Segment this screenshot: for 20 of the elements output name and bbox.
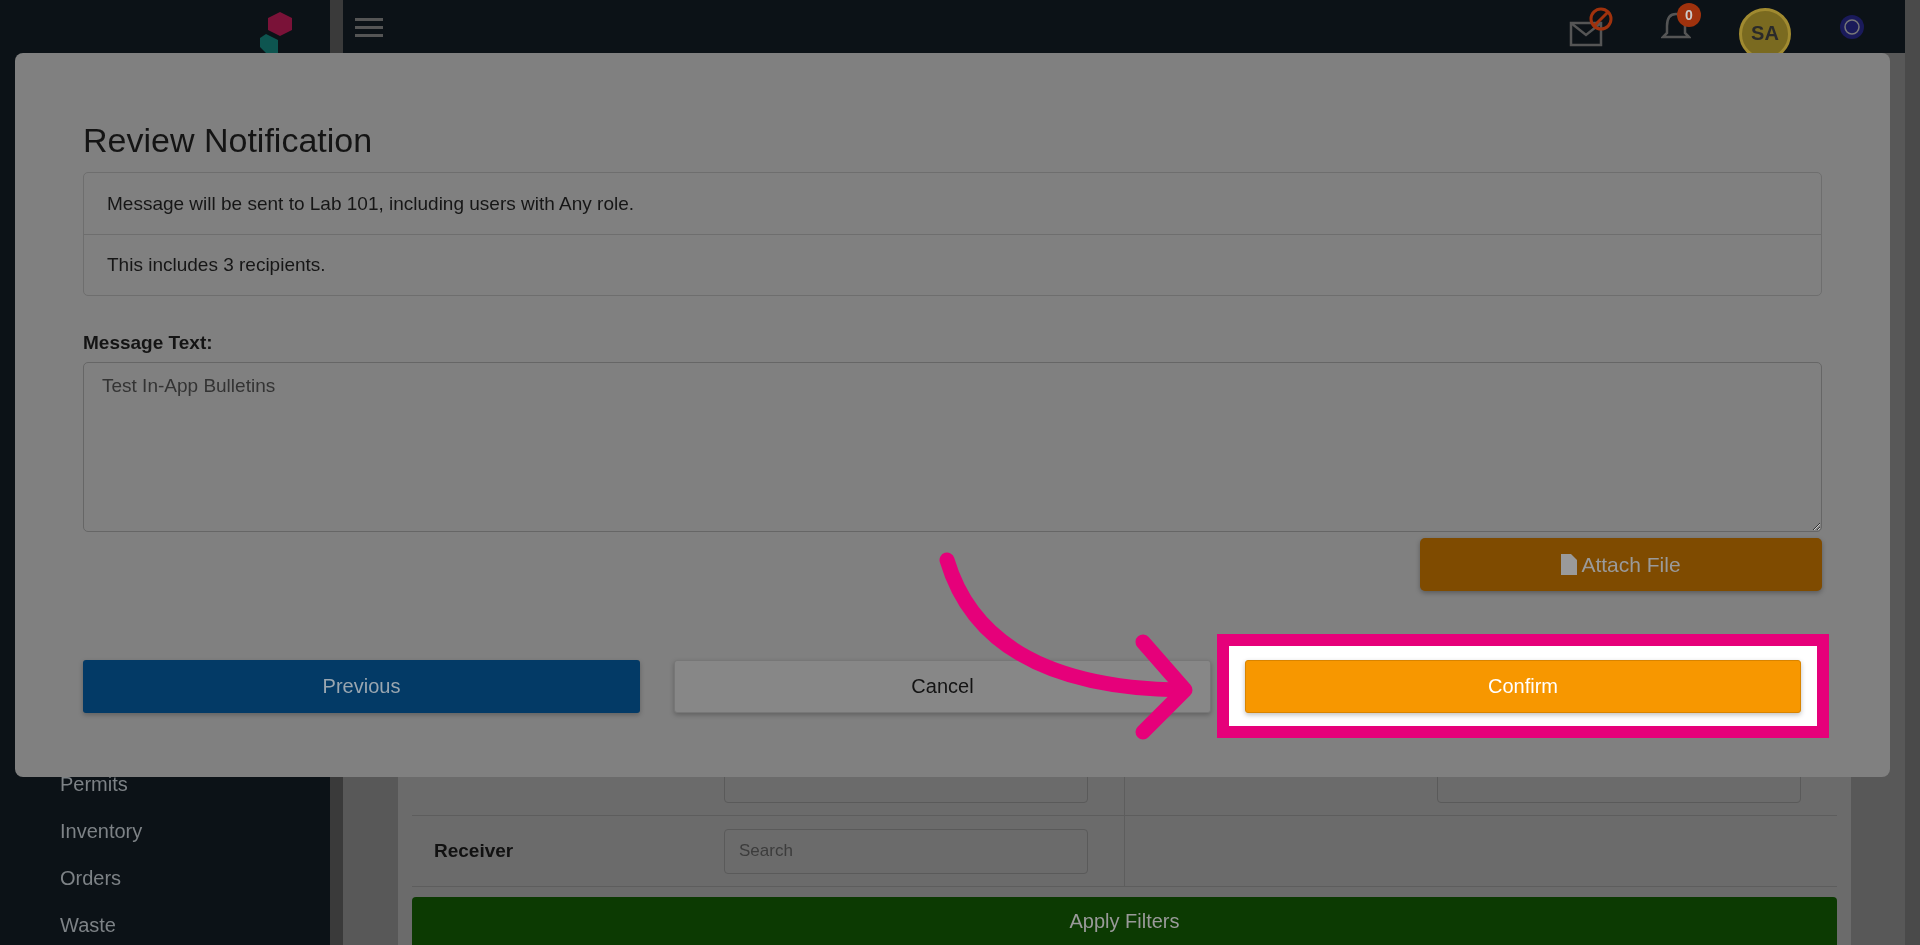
scrollbar[interactable] bbox=[330, 0, 343, 53]
modal-title: Review Notification bbox=[83, 121, 374, 160]
file-icon bbox=[1561, 554, 1578, 575]
scrollbar[interactable] bbox=[1905, 0, 1920, 945]
previous-button[interactable]: Previous bbox=[83, 660, 640, 713]
sidebar-item[interactable]: Orders bbox=[60, 867, 330, 890]
sidebar-item[interactable]: Permits bbox=[60, 773, 330, 796]
message-field[interactable]: Test In-App Bulletins bbox=[83, 362, 1822, 532]
filter-label: Receiver bbox=[434, 840, 515, 862]
apply-filters-button[interactable]: Apply Filters bbox=[412, 897, 1837, 945]
notification-badge: 0 bbox=[1677, 2, 1701, 27]
globe-icon[interactable] bbox=[1839, 13, 1865, 40]
field-label: Message Text: bbox=[83, 332, 214, 354]
sidebar-item[interactable]: Waste bbox=[60, 914, 330, 937]
mail-blocked-icon[interactable] bbox=[1569, 6, 1613, 47]
sidebar-item[interactable]: Inventory bbox=[60, 820, 330, 843]
info-text: Message will be sent to Lab 101, including users with Any role. bbox=[107, 192, 635, 215]
menu-icon[interactable] bbox=[355, 15, 383, 38]
info-text: This includes 3 recipients. bbox=[107, 254, 326, 276]
attach-file-button[interactable]: Attach File bbox=[1420, 538, 1822, 591]
